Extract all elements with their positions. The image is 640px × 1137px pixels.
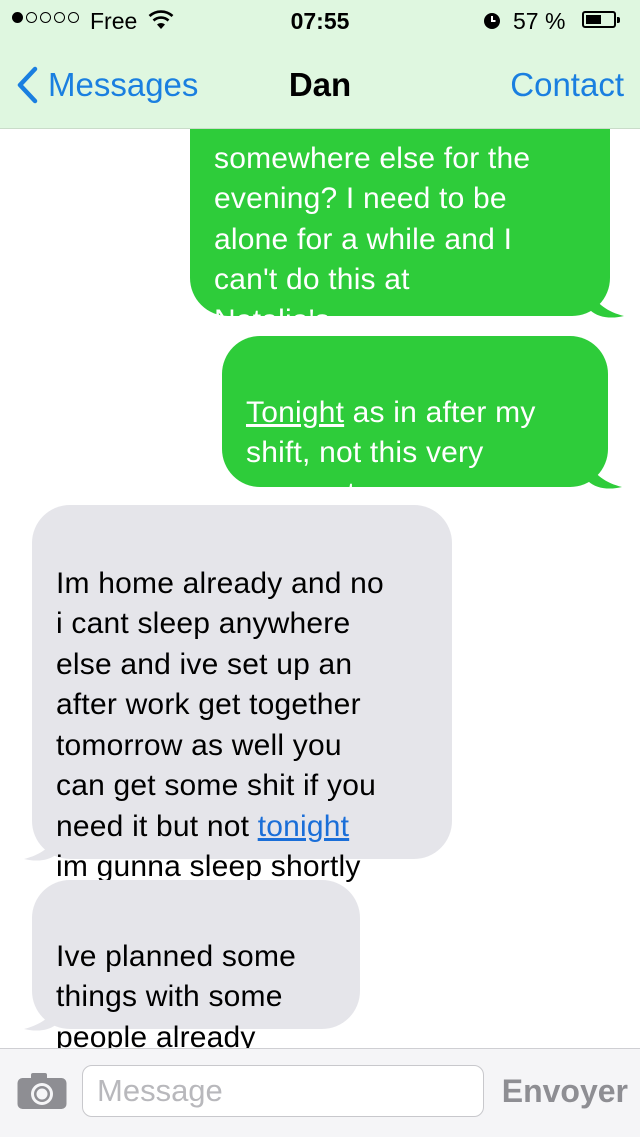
- message-link-tonight[interactable]: Tonight: [246, 396, 344, 429]
- outgoing-bubble-tail: [590, 290, 624, 318]
- conversation-title: Dan: [288, 66, 352, 103]
- chevron-left-icon: [17, 66, 38, 104]
- outgoing-bubble-tail: [588, 461, 622, 489]
- message-input[interactable]: [82, 1065, 484, 1117]
- incoming-bubble-tail: [24, 1003, 58, 1031]
- incoming-message[interactable]: Im home already and no i cant sleep anyw…: [32, 505, 452, 883]
- alarm-clock-icon: [484, 13, 500, 29]
- message-text: evening? I need to be alone for a while …: [214, 182, 513, 337]
- incoming-bubble-tail: [24, 833, 58, 861]
- message-text-clipped: somewhere else for the: [214, 141, 531, 175]
- battery-icon: [582, 11, 620, 28]
- battery-percentage: 57 %: [513, 8, 566, 34]
- message-link-tonight[interactable]: tonight: [258, 810, 349, 843]
- message-text: im gunna sleep shortly: [56, 850, 361, 883]
- status-bar: Free 07:55 57 %: [0, 0, 640, 42]
- message-text: Im home already and no i cant sleep anyw…: [56, 566, 384, 843]
- message-thread[interactable]: somewhere else for the evening? I need to…: [0, 0, 640, 1048]
- incoming-message[interactable]: Ive planned some things with some people…: [32, 880, 360, 1048]
- back-button-label: Messages: [48, 66, 199, 103]
- camera-icon[interactable]: [16, 1071, 68, 1111]
- navigation-bar: Free 07:55 57 % Messages Dan Contact: [0, 0, 640, 129]
- contact-button[interactable]: Contact: [510, 66, 624, 104]
- message-composer: Envoyer: [0, 1048, 640, 1137]
- outgoing-message[interactable]: Tonight as in after my shift, not this v…: [222, 336, 608, 510]
- send-button[interactable]: Envoyer: [502, 1073, 628, 1110]
- message-text: Ive planned some things with some people…: [56, 939, 297, 1049]
- back-button[interactable]: Messages: [16, 66, 198, 104]
